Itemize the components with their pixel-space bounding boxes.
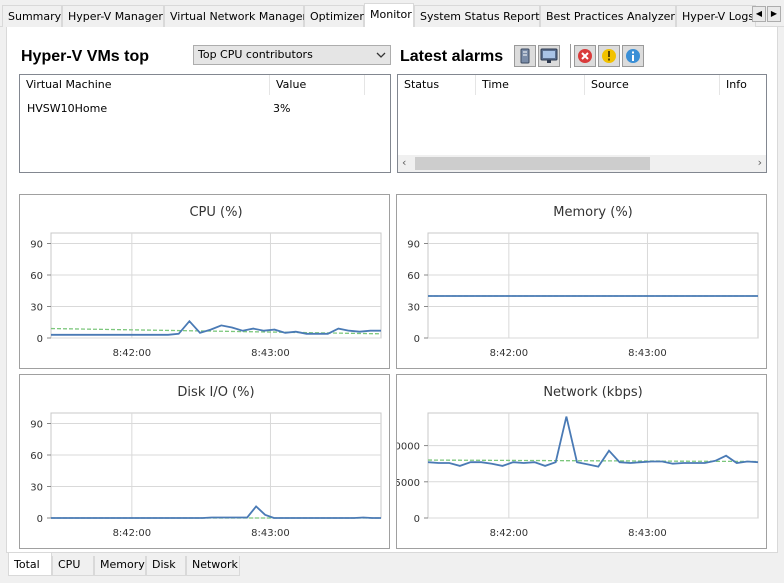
y-tick-label: 30: [407, 303, 420, 314]
chart-title: Network (kbps): [543, 385, 642, 400]
info-icon: [626, 49, 640, 63]
select-value: Top CPU contributors: [198, 48, 313, 61]
column-header-info[interactable]: Info: [720, 75, 766, 95]
bottom-tab-total[interactable]: Total: [8, 553, 52, 576]
error-icon: [578, 49, 592, 63]
x-tick-label: 8:42:00: [113, 528, 152, 539]
bottom-tab-memory[interactable]: Memory: [94, 556, 146, 576]
scroll-right-icon[interactable]: ›: [758, 156, 762, 169]
tab-hyper-v-manager[interactable]: Hyper-V Manager: [62, 5, 164, 27]
network-chart-svg: Network (kbps) 0 5000 10000 8:42:00 8:43:00: [397, 385, 759, 539]
y-tick-label: 90: [407, 240, 420, 251]
filter-server-button[interactable]: [514, 45, 536, 67]
column-header-source[interactable]: Source: [585, 75, 720, 95]
y-tick-label: 60: [30, 451, 43, 462]
cpu-chart-svg: CPU (%) 0 30 60 90 8:42:00 8:43:00: [30, 205, 382, 359]
toolbar-separator: [570, 44, 571, 68]
x-tick-label: 8:42:00: [490, 528, 529, 539]
y-tick-label: 30: [30, 483, 43, 494]
y-tick-label: 0: [37, 514, 43, 525]
y-tick-label: 10000: [397, 442, 420, 453]
y-tick-label: 5000: [397, 478, 420, 489]
tab-hyper-v-logs[interactable]: Hyper-V Logs: [676, 5, 756, 27]
disk-io-chart-svg: Disk I/O (%) 0 30 60 90 8:42:00 8:43:00: [30, 385, 382, 539]
column-header-virtual-machine[interactable]: Virtual Machine: [20, 75, 270, 95]
tab-optimizer[interactable]: Optimizer: [304, 5, 364, 27]
y-tick-label: 90: [30, 420, 43, 431]
vm-value-cell[interactable]: 3%: [273, 102, 290, 115]
server-icon: [520, 48, 530, 64]
chart-title: Memory (%): [553, 205, 633, 220]
x-tick-label: 8:43:00: [628, 528, 667, 539]
scroll-left-icon[interactable]: ‹: [402, 156, 406, 169]
filter-monitor-button[interactable]: [538, 45, 560, 67]
tab-monitor[interactable]: Monitor: [364, 3, 414, 28]
tab-scroll-right-button[interactable]: ▶: [767, 6, 781, 22]
plot-area: [50, 232, 382, 339]
x-tick-label: 8:42:00: [490, 348, 529, 359]
x-tick-label: 8:43:00: [628, 348, 667, 359]
tab-summary[interactable]: Summary: [2, 5, 62, 27]
x-tick-label: 8:43:00: [251, 348, 290, 359]
filter-info-button[interactable]: [622, 45, 644, 67]
tab-virtual-network-manager[interactable]: Virtual Network Manager: [164, 5, 307, 27]
y-tick-label: 30: [30, 303, 43, 314]
column-header-status[interactable]: Status: [398, 75, 476, 95]
memory-chart-svg: Memory (%) 0 30 60 90 8:42:00 8:43:00: [407, 205, 759, 359]
column-header-time[interactable]: Time: [476, 75, 585, 95]
plot-area: [50, 412, 382, 519]
warning-icon: [602, 49, 616, 63]
vm-name-cell[interactable]: HVSW10Home: [27, 102, 107, 115]
chart-title: Disk I/O (%): [177, 385, 254, 400]
tab-scroll-left-button[interactable]: ◀: [752, 6, 766, 22]
bottom-tab-disk[interactable]: Disk: [146, 556, 186, 576]
bottom-tab-network[interactable]: Network: [186, 556, 240, 576]
chart-title: CPU (%): [189, 205, 242, 220]
x-tick-label: 8:42:00: [113, 348, 152, 359]
vms-top-list[interactable]: Virtual Machine Value HVSW10Home 3%: [19, 74, 391, 173]
scrollbar-thumb[interactable]: [415, 157, 650, 170]
filter-error-button[interactable]: [574, 45, 596, 67]
alarms-horizontal-scrollbar[interactable]: ‹ ›: [398, 155, 766, 172]
chevron-down-icon: [376, 52, 386, 58]
top-contributors-select[interactable]: Top CPU contributors: [193, 45, 391, 65]
y-tick-label: 0: [414, 514, 420, 525]
tab-system-status-report[interactable]: System Status Report: [414, 5, 540, 27]
monitor-panel: Hyper-V VMs top Top CPU contributors Vir…: [6, 27, 778, 553]
latest-alarms-title: Latest alarms: [400, 48, 504, 65]
plot-area: [427, 232, 759, 339]
y-tick-label: 0: [414, 334, 420, 345]
bottom-tab-cpu[interactable]: CPU: [52, 556, 94, 576]
top-tab-strip: Summary Hyper-V Manager Virtual Network …: [0, 0, 784, 28]
alarms-list[interactable]: Status Time Source Info ‹ ›: [397, 74, 767, 173]
filter-warning-button[interactable]: [598, 45, 620, 67]
vms-top-title: Hyper-V VMs top: [21, 48, 150, 65]
disk-io-chart: Disk I/O (%) 0 30 60 90 8:42:00 8:43:00: [19, 374, 390, 549]
cpu-chart: CPU (%) 0 30 60 90 8:42:00 8:43:00: [19, 194, 390, 369]
y-tick-label: 90: [30, 240, 43, 251]
y-tick-label: 60: [30, 271, 43, 282]
column-header-value[interactable]: Value: [270, 75, 365, 95]
tab-best-practices-analyzer[interactable]: Best Practices Analyzer: [540, 5, 676, 27]
y-tick-label: 0: [37, 334, 43, 345]
x-tick-label: 8:43:00: [251, 528, 290, 539]
y-tick-label: 60: [407, 271, 420, 282]
network-chart: Network (kbps) 0 5000 10000 8:42:00 8:43:00: [396, 374, 767, 549]
memory-chart: Memory (%) 0 30 60 90 8:42:00 8:43:00: [396, 194, 767, 369]
monitor-icon: [540, 48, 558, 63]
